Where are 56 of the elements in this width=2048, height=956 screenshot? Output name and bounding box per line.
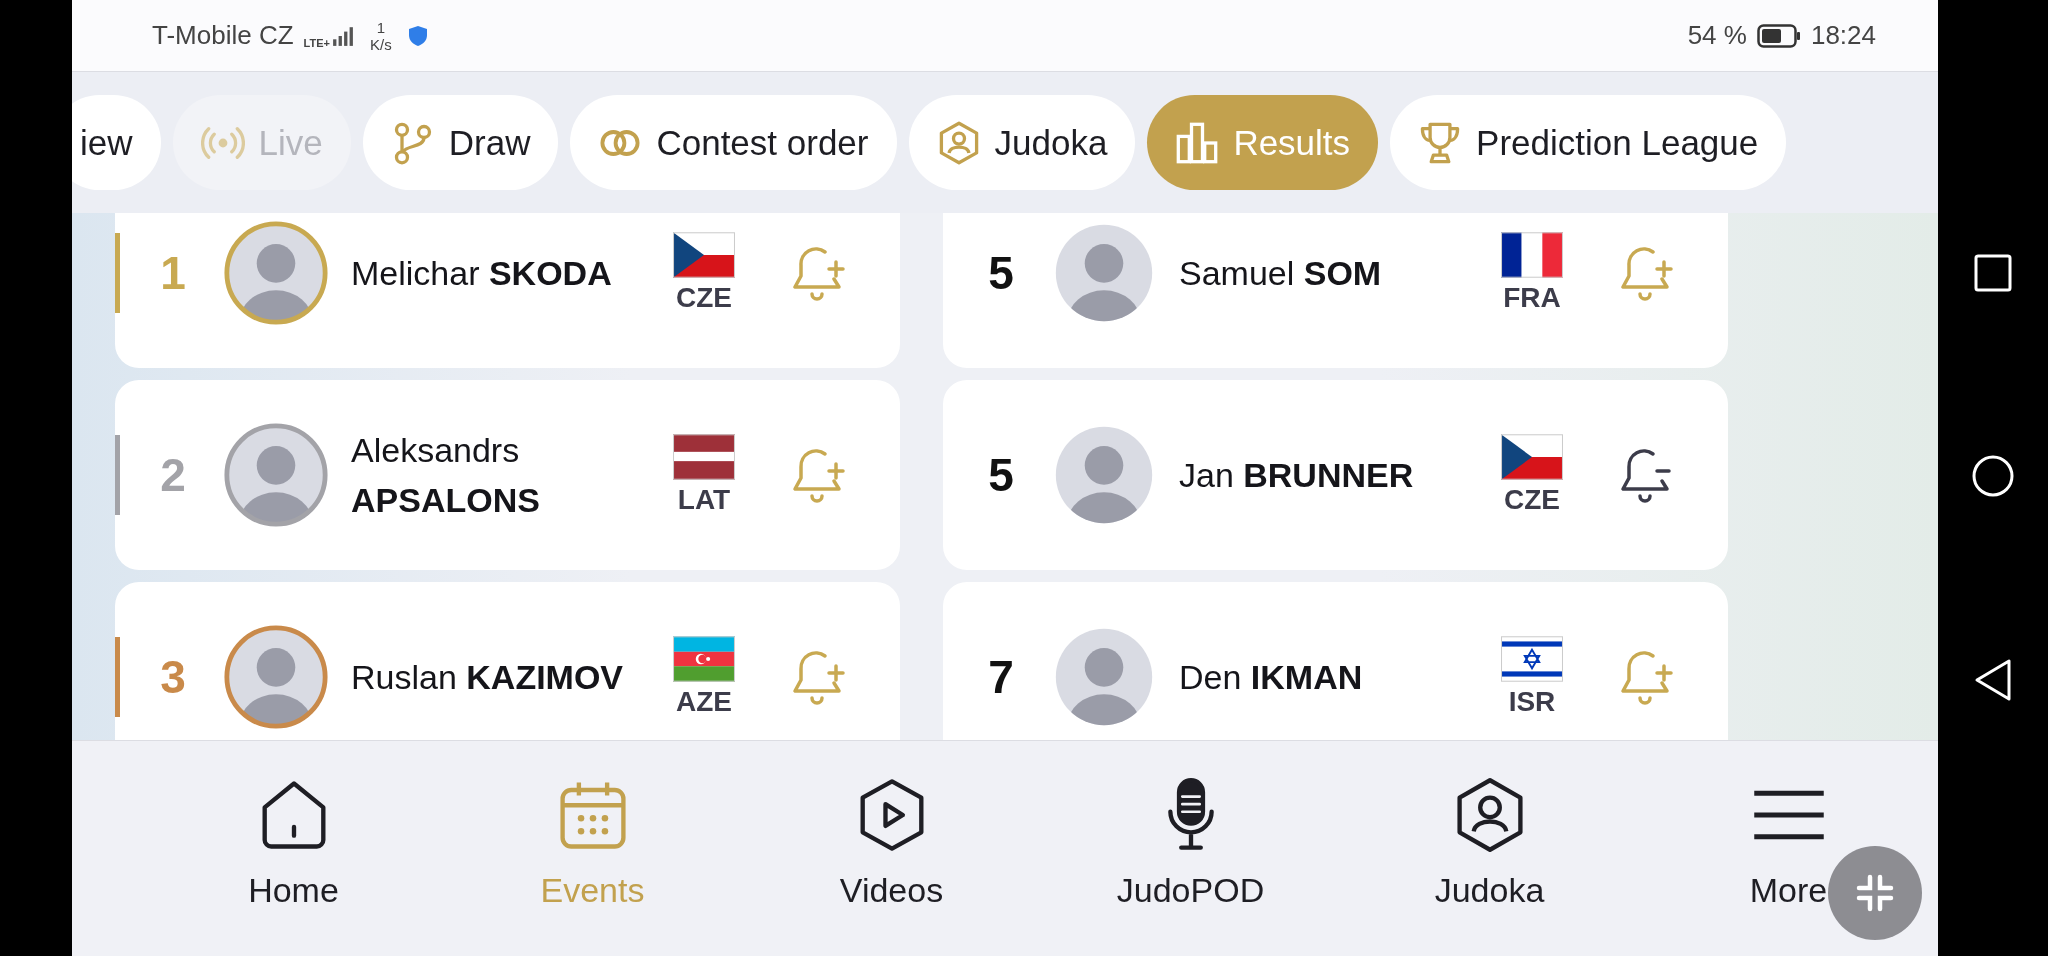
- athlete-name: Samuel SOM: [1179, 253, 1383, 294]
- result-card[interactable]: 5 Samuel SOM FRA: [943, 213, 1728, 368]
- flag-icon: [673, 636, 735, 682]
- clock-time: 18:24: [1810, 20, 1876, 51]
- tab[interactable]: Judoka: [908, 95, 1136, 190]
- back-icon[interactable]: [1973, 658, 2013, 702]
- nav-item[interactable]: JudoPOD: [1041, 741, 1340, 956]
- avatar-icon: [223, 220, 329, 326]
- nav-item[interactable]: Judoka: [1340, 741, 1639, 956]
- flag-icon: [673, 232, 735, 278]
- athlete-name: Ruslan KAZIMOV: [351, 657, 625, 698]
- battery-icon: [1756, 23, 1801, 48]
- country-code: ISR: [1508, 686, 1556, 718]
- nav-item[interactable]: Home: [144, 741, 443, 956]
- recents-icon[interactable]: [1973, 253, 2013, 293]
- result-card[interactable]: 2 Aleksandrs APSALONS LAT: [115, 380, 900, 570]
- tab[interactable]: Draw: [362, 95, 559, 190]
- tab[interactable]: iew: [72, 95, 161, 190]
- bar-chart-icon: [1175, 120, 1220, 165]
- result-card[interactable]: 5 Jan BRUNNER CZE: [943, 380, 1728, 570]
- rank-number: 5: [987, 448, 1015, 502]
- speed-unit: K/s: [369, 35, 392, 53]
- result-card[interactable]: 1 Melichar SKODA CZE: [115, 213, 900, 368]
- nav-item[interactable]: Videos: [742, 741, 1041, 956]
- country-code: CZE: [676, 282, 732, 314]
- athlete-name: Jan BRUNNER: [1179, 455, 1415, 496]
- avatar-icon: [223, 422, 329, 528]
- rank-number: 3: [159, 650, 187, 704]
- country-code: FRA: [1503, 282, 1561, 314]
- signal-icon: [331, 24, 354, 47]
- rank-number: 5: [987, 246, 1015, 300]
- result-card[interactable]: 3 Ruslan KAZIMOV AZE: [115, 582, 900, 740]
- battery-percent: 54 %: [1687, 20, 1747, 51]
- rank-number: 7: [987, 650, 1015, 704]
- athlete-name: Den IKMAN: [1179, 657, 1364, 698]
- country-code: LAT: [677, 484, 731, 516]
- athlete-name: Aleksandrs APSALONS: [351, 430, 541, 521]
- country-code: CZE: [1504, 484, 1560, 516]
- flag-icon: [1501, 434, 1563, 480]
- tab[interactable]: Contest order: [570, 95, 897, 190]
- nav-item[interactable]: More: [1639, 741, 1938, 956]
- rank-number: 2: [159, 448, 187, 502]
- network-type: LTE+: [303, 36, 330, 49]
- speed-value: 1: [376, 18, 385, 36]
- country-code: AZE: [676, 686, 732, 718]
- result-card[interactable]: 7 Den IKMAN ISR: [943, 582, 1728, 740]
- athlete-name: Melichar SKODA: [351, 253, 613, 294]
- flag-icon: [1501, 636, 1563, 682]
- rank-number: 1: [159, 246, 187, 300]
- flag-icon: [673, 434, 735, 480]
- tab[interactable]: Prediction League: [1390, 95, 1787, 190]
- shield-icon: [407, 24, 428, 47]
- carrier-name: T-Mobile CZ: [152, 20, 294, 51]
- home-circle-icon[interactable]: [1971, 453, 2015, 498]
- collapse-icon: [1855, 873, 1895, 913]
- flag-icon: [1501, 232, 1563, 278]
